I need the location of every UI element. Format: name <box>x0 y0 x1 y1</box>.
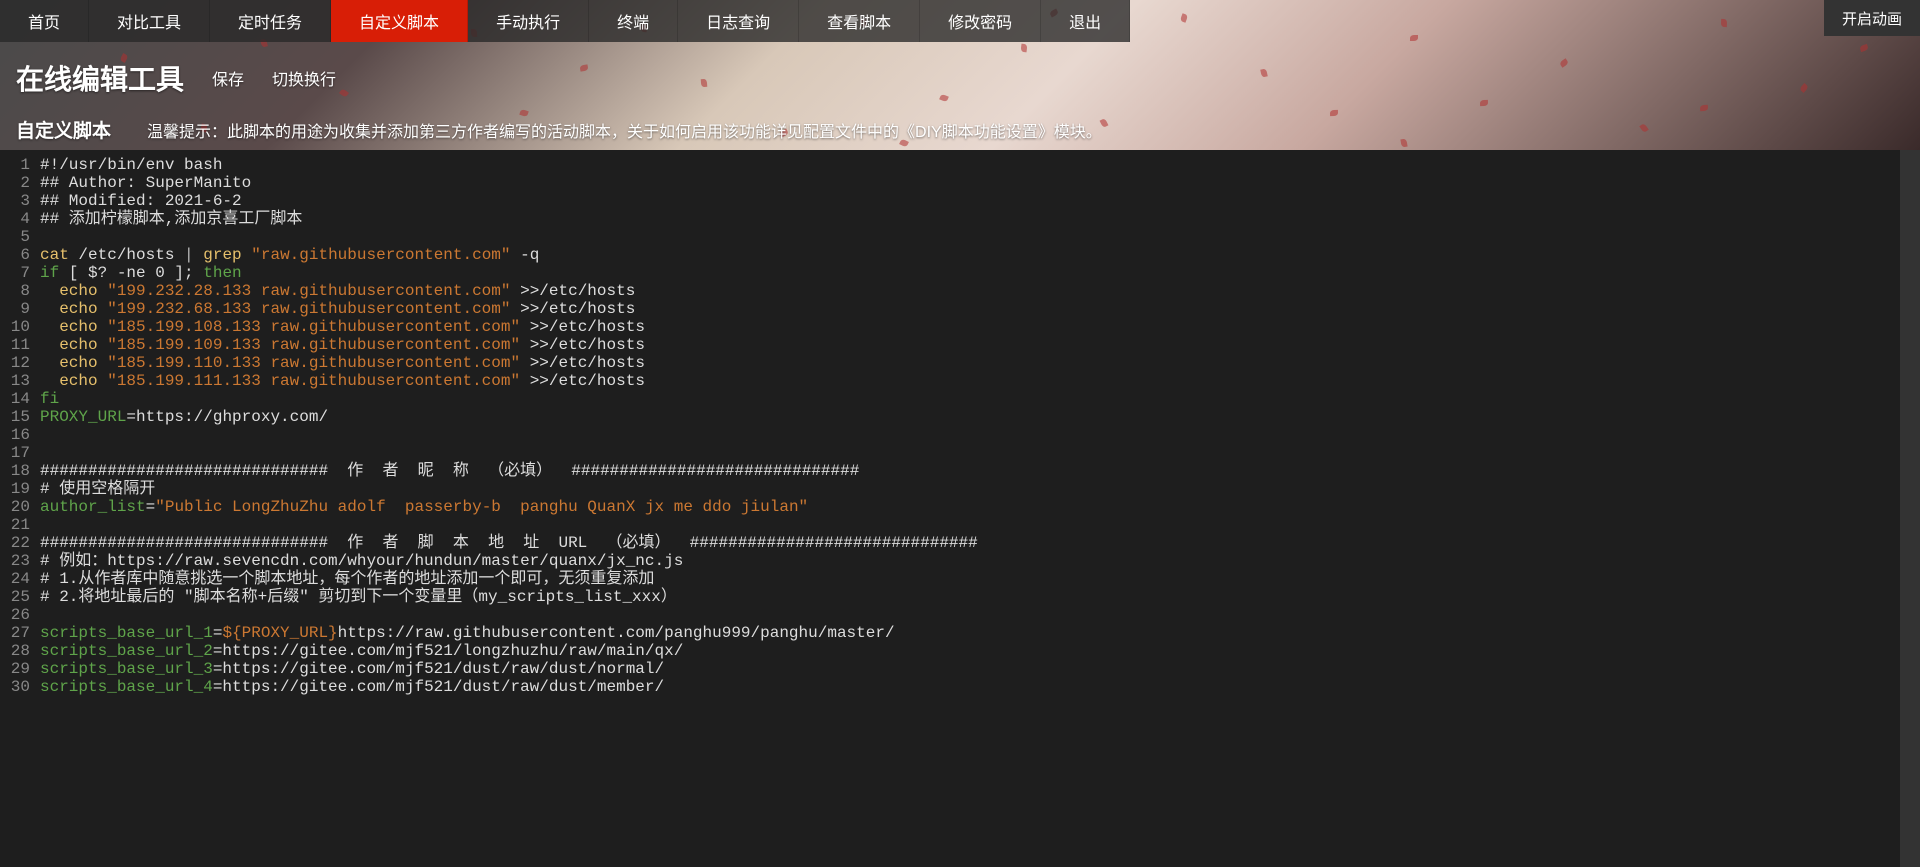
nav-item-2[interactable]: 定时任务 <box>210 0 331 42</box>
scrollbar-track[interactable] <box>1900 150 1920 867</box>
sub-title: 自定义脚本 <box>16 116 111 143</box>
main-nav: 首页对比工具定时任务自定义脚本手动执行终端日志查询查看脚本修改密码退出 <box>0 0 1920 42</box>
nav-item-1[interactable]: 对比工具 <box>89 0 210 42</box>
page-title: 在线编辑工具 <box>16 58 184 98</box>
toggle-wrap-button[interactable]: 切换换行 <box>272 66 336 90</box>
header-banner: 首页对比工具定时任务自定义脚本手动执行终端日志查询查看脚本修改密码退出 开启动画… <box>0 0 1920 150</box>
tip-text: 温馨提示：此脚本的用途为收集并添加第三方作者编写的活动脚本，关于如何启用该功能详… <box>147 118 1102 142</box>
line-gutter: 1234567891011121314151617181920212223242… <box>0 150 36 867</box>
nav-item-5[interactable]: 终端 <box>589 0 678 42</box>
code-editor[interactable]: 1234567891011121314151617181920212223242… <box>0 150 1920 867</box>
nav-item-9[interactable]: 退出 <box>1041 0 1130 42</box>
nav-item-3[interactable]: 自定义脚本 <box>331 0 468 42</box>
nav-item-4[interactable]: 手动执行 <box>468 0 589 42</box>
code-content[interactable]: #!/usr/bin/env bash## Author: SuperManit… <box>36 150 1920 867</box>
nav-item-6[interactable]: 日志查询 <box>678 0 799 42</box>
save-button[interactable]: 保存 <box>212 66 244 90</box>
nav-item-0[interactable]: 首页 <box>0 0 89 42</box>
nav-item-8[interactable]: 修改密码 <box>920 0 1041 42</box>
nav-item-7[interactable]: 查看脚本 <box>799 0 920 42</box>
